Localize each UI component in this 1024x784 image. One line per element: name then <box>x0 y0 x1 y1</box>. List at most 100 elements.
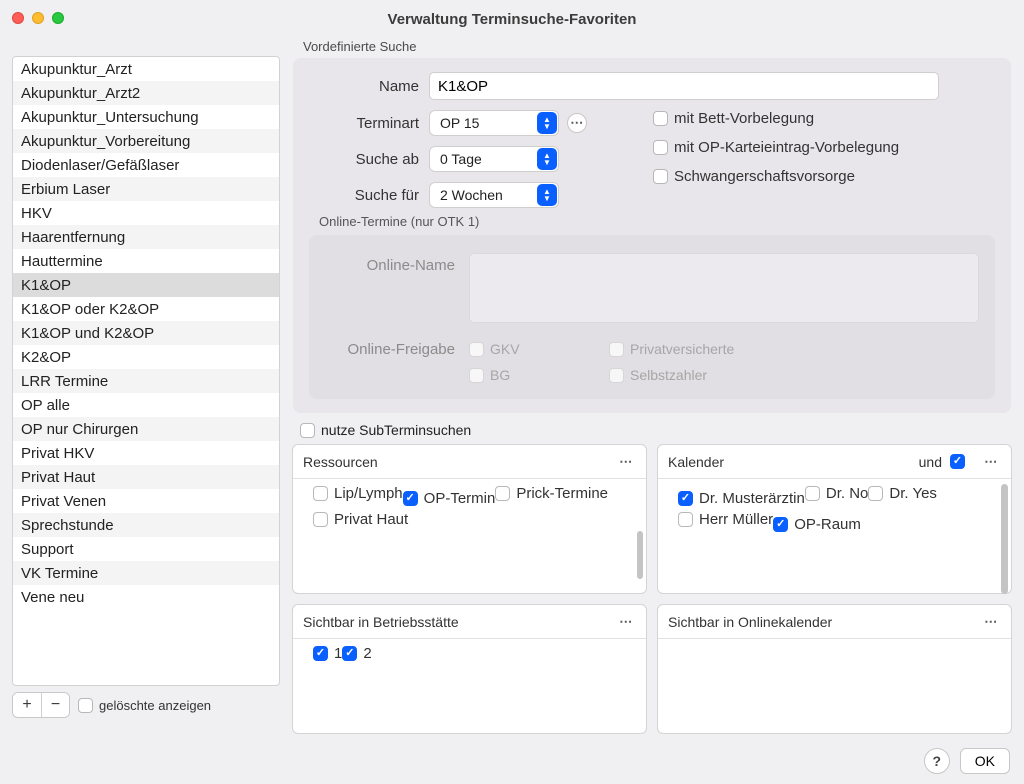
opkartei-checkbox[interactable]: mit OP-Karteieintrag-Vorbelegung <box>653 139 899 156</box>
checkbox[interactable] <box>342 646 357 661</box>
checkbox[interactable] <box>773 517 788 532</box>
chevron-up-down-icon: ▲▼ <box>537 112 557 134</box>
ressourcen-more-button[interactable]: ⋯ <box>616 452 636 472</box>
betriebsstaette-title: Sichtbar in Betriebsstätte <box>303 614 459 630</box>
bett-checkbox[interactable]: mit Bett-Vorbelegung <box>653 110 899 127</box>
checkbox[interactable] <box>678 512 693 527</box>
list-item[interactable]: Privat Haut <box>313 511 408 528</box>
window-title: Verwaltung Terminsuche-Favoriten <box>12 11 1012 28</box>
list-item[interactable]: K1&OP <box>13 273 279 297</box>
onlinekalender-panel: Sichtbar in Onlinekalender ⋯ <box>657 604 1012 734</box>
help-button[interactable]: ? <box>924 748 950 774</box>
online-section-title: Online-Termine (nur OTK 1) <box>319 214 995 229</box>
window-close-button[interactable] <box>12 12 24 24</box>
window-zoom-button[interactable] <box>52 12 64 24</box>
checkbox[interactable] <box>678 491 693 506</box>
terminart-select[interactable]: OP 15 ▲▼ <box>429 110 559 136</box>
remove-favorite-button[interactable]: − <box>41 693 69 717</box>
list-item[interactable]: Sprechstunde <box>13 513 279 537</box>
und-checkbox[interactable] <box>950 454 965 469</box>
main-scrollbar-thumb[interactable] <box>1001 484 1008 594</box>
list-item[interactable]: Haarentfernung <box>13 225 279 249</box>
list-item[interactable]: LRR Termine <box>13 369 279 393</box>
ressourcen-list[interactable]: Lip/LymphOP-TerminPrick-Termine Privat Ha… <box>293 479 646 593</box>
online-name-label: Online-Name <box>325 253 455 274</box>
list-item[interactable]: Hauttermine <box>13 249 279 273</box>
list-item[interactable]: Akupunktur_Arzt <box>13 57 279 81</box>
gkv-checkbox[interactable]: GKV <box>469 341 589 357</box>
und-label: und <box>919 454 942 470</box>
list-item[interactable]: Erbium Laser <box>13 177 279 201</box>
kalender-list[interactable]: Dr. MusterärztinDr. NoDr. Yes Herr Müller… <box>658 479 1011 593</box>
suche-fuer-select[interactable]: 2 Wochen ▲▼ <box>429 182 559 208</box>
checkbox[interactable] <box>313 512 328 527</box>
list-item[interactable]: Dr. Yes <box>868 485 937 502</box>
name-label: Name <box>309 78 429 95</box>
list-item[interactable]: Dr. No <box>805 485 869 502</box>
kalender-title: Kalender <box>668 454 724 470</box>
bg-checkbox[interactable]: BG <box>469 367 589 383</box>
list-item[interactable]: OP-Raum <box>773 516 861 533</box>
scrollbar-thumb[interactable] <box>637 531 643 579</box>
list-item[interactable]: Vene neu <box>13 585 279 609</box>
online-name-textarea[interactable] <box>469 253 979 323</box>
show-deleted-checkbox[interactable]: gelöschte anzeigen <box>78 698 211 713</box>
list-item[interactable]: Akupunktur_Vorbereitung <box>13 129 279 153</box>
suche-ab-select[interactable]: 0 Tage ▲▼ <box>429 146 559 172</box>
list-item[interactable]: Herr Müller <box>678 511 773 528</box>
list-item[interactable]: 1 <box>313 645 342 662</box>
checkbox[interactable] <box>313 486 328 501</box>
list-item[interactable]: Privat Venen <box>13 489 279 513</box>
betriebsstaette-list[interactable]: 12 <box>293 639 646 733</box>
onlinekalender-list[interactable] <box>658 639 1011 733</box>
kalender-more-button[interactable]: ⋯ <box>981 452 1001 472</box>
terminart-label: Terminart <box>309 115 429 132</box>
add-favorite-button[interactable]: + <box>13 693 41 717</box>
checkbox[interactable] <box>495 486 510 501</box>
show-deleted-label: gelöschte anzeigen <box>99 698 211 713</box>
betriebsstaette-panel: Sichtbar in Betriebsstätte ⋯ 12 <box>292 604 647 734</box>
list-item[interactable]: K2&OP <box>13 345 279 369</box>
kalender-panel: Kalender und ⋯ Dr. MusterärztinDr. NoDr.… <box>657 444 1012 594</box>
ressourcen-title: Ressourcen <box>303 454 378 470</box>
ressourcen-panel: Ressourcen ⋯ Lip/LymphOP-TerminPrick-Ter… <box>292 444 647 594</box>
list-item[interactable]: Privat HKV <box>13 441 279 465</box>
privat-checkbox[interactable]: Privatversicherte <box>609 341 789 357</box>
list-item[interactable]: HKV <box>13 201 279 225</box>
favorites-list[interactable]: Akupunktur_ArztAkupunktur_Arzt2Akupunktu… <box>12 56 280 686</box>
onlinekalender-title: Sichtbar in Onlinekalender <box>668 614 832 630</box>
schwanger-checkbox[interactable]: Schwangerschaftsvorsorge <box>653 168 899 185</box>
list-item[interactable]: Akupunktur_Arzt2 <box>13 81 279 105</box>
list-item[interactable]: Akupunktur_Untersuchung <box>13 105 279 129</box>
predef-section-title: Vordefinierte Suche <box>303 39 1011 54</box>
suche-fuer-label: Suche für <box>309 187 429 204</box>
list-item[interactable]: Privat Haut <box>13 465 279 489</box>
chevron-up-down-icon: ▲▼ <box>537 184 557 206</box>
list-item[interactable]: OP nur Chirurgen <box>13 417 279 441</box>
checkbox[interactable] <box>805 486 820 501</box>
list-item[interactable]: 2 <box>342 645 371 662</box>
betriebsstaette-more-button[interactable]: ⋯ <box>616 612 636 632</box>
window-minimize-button[interactable] <box>32 12 44 24</box>
list-item[interactable]: Lip/Lymph <box>313 485 403 502</box>
list-item[interactable]: K1&OP oder K2&OP <box>13 297 279 321</box>
name-input[interactable] <box>429 72 939 100</box>
list-item[interactable]: OP alle <box>13 393 279 417</box>
suche-ab-label: Suche ab <box>309 151 429 168</box>
checkbox[interactable] <box>403 491 418 506</box>
subterminsuchen-checkbox[interactable]: nutze SubTerminsuchen <box>300 422 1012 438</box>
list-item[interactable]: Support <box>13 537 279 561</box>
list-item[interactable]: Dr. Musterärztin <box>678 490 805 507</box>
checkbox[interactable] <box>868 486 883 501</box>
list-item[interactable]: Prick-Termine <box>495 485 608 502</box>
list-item[interactable]: OP-Termin <box>403 490 496 507</box>
checkbox[interactable] <box>313 646 328 661</box>
list-item[interactable]: K1&OP und K2&OP <box>13 321 279 345</box>
online-freigabe-label: Online-Freigabe <box>325 341 455 358</box>
list-item[interactable]: Diodenlaser/Gefäßlaser <box>13 153 279 177</box>
selbst-checkbox[interactable]: Selbstzahler <box>609 367 789 383</box>
ok-button[interactable]: OK <box>960 748 1010 774</box>
list-item[interactable]: VK Termine <box>13 561 279 585</box>
terminart-more-button[interactable]: ⋯ <box>567 113 587 133</box>
onlinekalender-more-button[interactable]: ⋯ <box>981 612 1001 632</box>
